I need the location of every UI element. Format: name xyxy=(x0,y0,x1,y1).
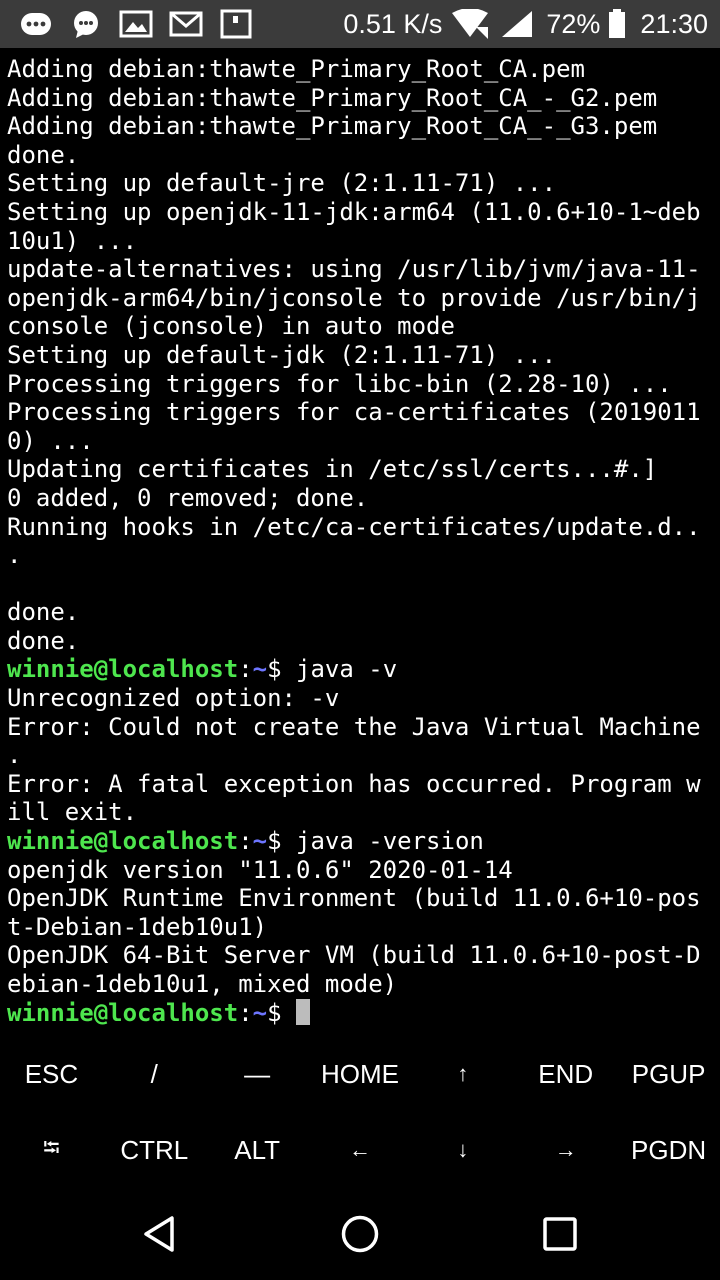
prompt-path: ~ xyxy=(252,998,268,1027)
output-line: Setting up default-jre (2:1.11-71) ... xyxy=(7,169,557,198)
recents-icon[interactable] xyxy=(538,1212,582,1256)
clock: 21:30 xyxy=(640,8,708,39)
output-line: done. xyxy=(7,140,80,169)
text-cursor xyxy=(296,998,310,1025)
output-line: update-alternatives: using /usr/lib/jvm/… xyxy=(7,255,701,284)
terminal-output[interactable]: Adding debian:thawte_Primary_Root_CA.pem… xyxy=(7,55,717,1030)
output-line: t-Debian-1deb10u1) xyxy=(7,912,268,941)
tab-key[interactable]: ⭾ xyxy=(0,1112,103,1188)
prompt-line: winnie@localhost:~$ java -version xyxy=(7,827,484,856)
gmail-icon xyxy=(169,11,203,37)
notification-icons xyxy=(18,8,254,40)
output-line: done. xyxy=(7,626,80,655)
network-speed: 0.51 K/s xyxy=(343,8,443,39)
prompt-path: ~ xyxy=(252,655,268,684)
slash-key[interactable]: / xyxy=(103,1036,206,1112)
gallery-icon xyxy=(119,10,153,38)
output-line: 10u1) ... xyxy=(7,226,138,255)
output-line: Processing triggers for libc-bin (2.28-1… xyxy=(7,369,672,398)
output-line: 0) ... xyxy=(7,426,94,455)
command-text: java -version xyxy=(296,827,484,856)
dash-key[interactable]: — xyxy=(206,1036,309,1112)
active-prompt-line[interactable]: winnie@localhost:~$ xyxy=(7,998,717,1028)
output-line: console (jconsole) in auto mode xyxy=(7,312,455,341)
system-status: 0.51 K/s 72% 21:30 xyxy=(335,0,708,48)
navigation-bar xyxy=(0,1188,720,1280)
output-line: . xyxy=(7,741,22,770)
chat-bubble-icon xyxy=(21,13,51,35)
extra-keys-bar: ESC / — HOME ↑ END PGUP ⭾ CTRL ALT ← ↓ → PGDN xyxy=(0,1036,720,1188)
prompt-user: winnie@localhost xyxy=(7,655,239,684)
output-line: OpenJDK Runtime Environment (build 11.0.… xyxy=(7,884,701,913)
alt-key[interactable]: ALT xyxy=(206,1112,309,1188)
output-line: done. xyxy=(7,598,80,627)
command-text: java -v xyxy=(296,655,398,684)
esc-key[interactable]: ESC xyxy=(0,1036,103,1112)
signal-icon xyxy=(502,11,533,37)
status-bar: 0.51 K/s 72% 21:30 xyxy=(0,0,720,48)
output-line: Error: Could not create the Java Virtual… xyxy=(7,712,701,741)
end-key[interactable]: END xyxy=(514,1036,617,1112)
output-line: Running hooks in /etc/ca-certificates/up… xyxy=(7,512,701,541)
page-down-key[interactable]: PGDN xyxy=(617,1112,720,1188)
battery-icon xyxy=(609,9,626,38)
output-line: Error: A fatal exception has occurred. P… xyxy=(7,769,701,798)
prompt-line: winnie@localhost:~$ java -v xyxy=(7,655,398,684)
output-line: Processing triggers for ca-certificates … xyxy=(7,398,701,427)
back-icon[interactable] xyxy=(138,1212,182,1256)
arrow-down-key[interactable]: ↓ xyxy=(411,1112,514,1188)
home-key[interactable]: HOME xyxy=(309,1036,412,1112)
arrow-right-key[interactable]: → xyxy=(514,1112,617,1188)
output-line: Setting up openjdk-11-jdk:arm64 (11.0.6+… xyxy=(7,197,701,226)
extra-keys-row-1: ESC / — HOME ↑ END PGUP xyxy=(0,1036,720,1112)
output-line: Adding debian:thawte_Primary_Root_CA.pem xyxy=(7,55,585,83)
ctrl-key[interactable]: CTRL xyxy=(103,1112,206,1188)
wifi-icon xyxy=(452,9,489,39)
output-line: Adding debian:thawte_Primary_Root_CA_-_G… xyxy=(7,83,658,112)
battery-level: 72% xyxy=(546,8,601,39)
output-line: OpenJDK 64-Bit Server VM (build 11.0.6+1… xyxy=(7,941,701,970)
output-line: ebian-1deb10u1, mixed mode) xyxy=(7,970,398,998)
prompt-path: ~ xyxy=(252,827,268,856)
notification-icon xyxy=(220,9,252,39)
prompt-user: winnie@localhost xyxy=(7,998,239,1027)
whatsapp-icon xyxy=(74,11,98,38)
output-line: openjdk-arm64/bin/jconsole to provide /u… xyxy=(7,283,701,312)
arrow-left-key[interactable]: ← xyxy=(309,1112,412,1188)
prompt-user: winnie@localhost xyxy=(7,827,239,856)
arrow-up-key[interactable]: ↑ xyxy=(411,1036,514,1112)
extra-keys-row-2: ⭾ CTRL ALT ← ↓ → PGDN xyxy=(0,1112,720,1188)
output-line: ill exit. xyxy=(7,798,138,827)
output-line: 0 added, 0 removed; done. xyxy=(7,483,369,512)
output-line: Updating certificates in /etc/ssl/certs.… xyxy=(7,455,658,484)
output-line: Setting up default-jdk (2:1.11-71) ... xyxy=(7,340,557,369)
page-up-key[interactable]: PGUP xyxy=(617,1036,720,1112)
home-icon[interactable] xyxy=(338,1212,382,1256)
output-line: openjdk version "11.0.6" 2020-01-14 xyxy=(7,855,513,884)
output-line: Adding debian:thawte_Primary_Root_CA_-_G… xyxy=(7,112,658,141)
output-line: . xyxy=(7,541,22,570)
output-line: Unrecognized option: -v xyxy=(7,684,340,713)
